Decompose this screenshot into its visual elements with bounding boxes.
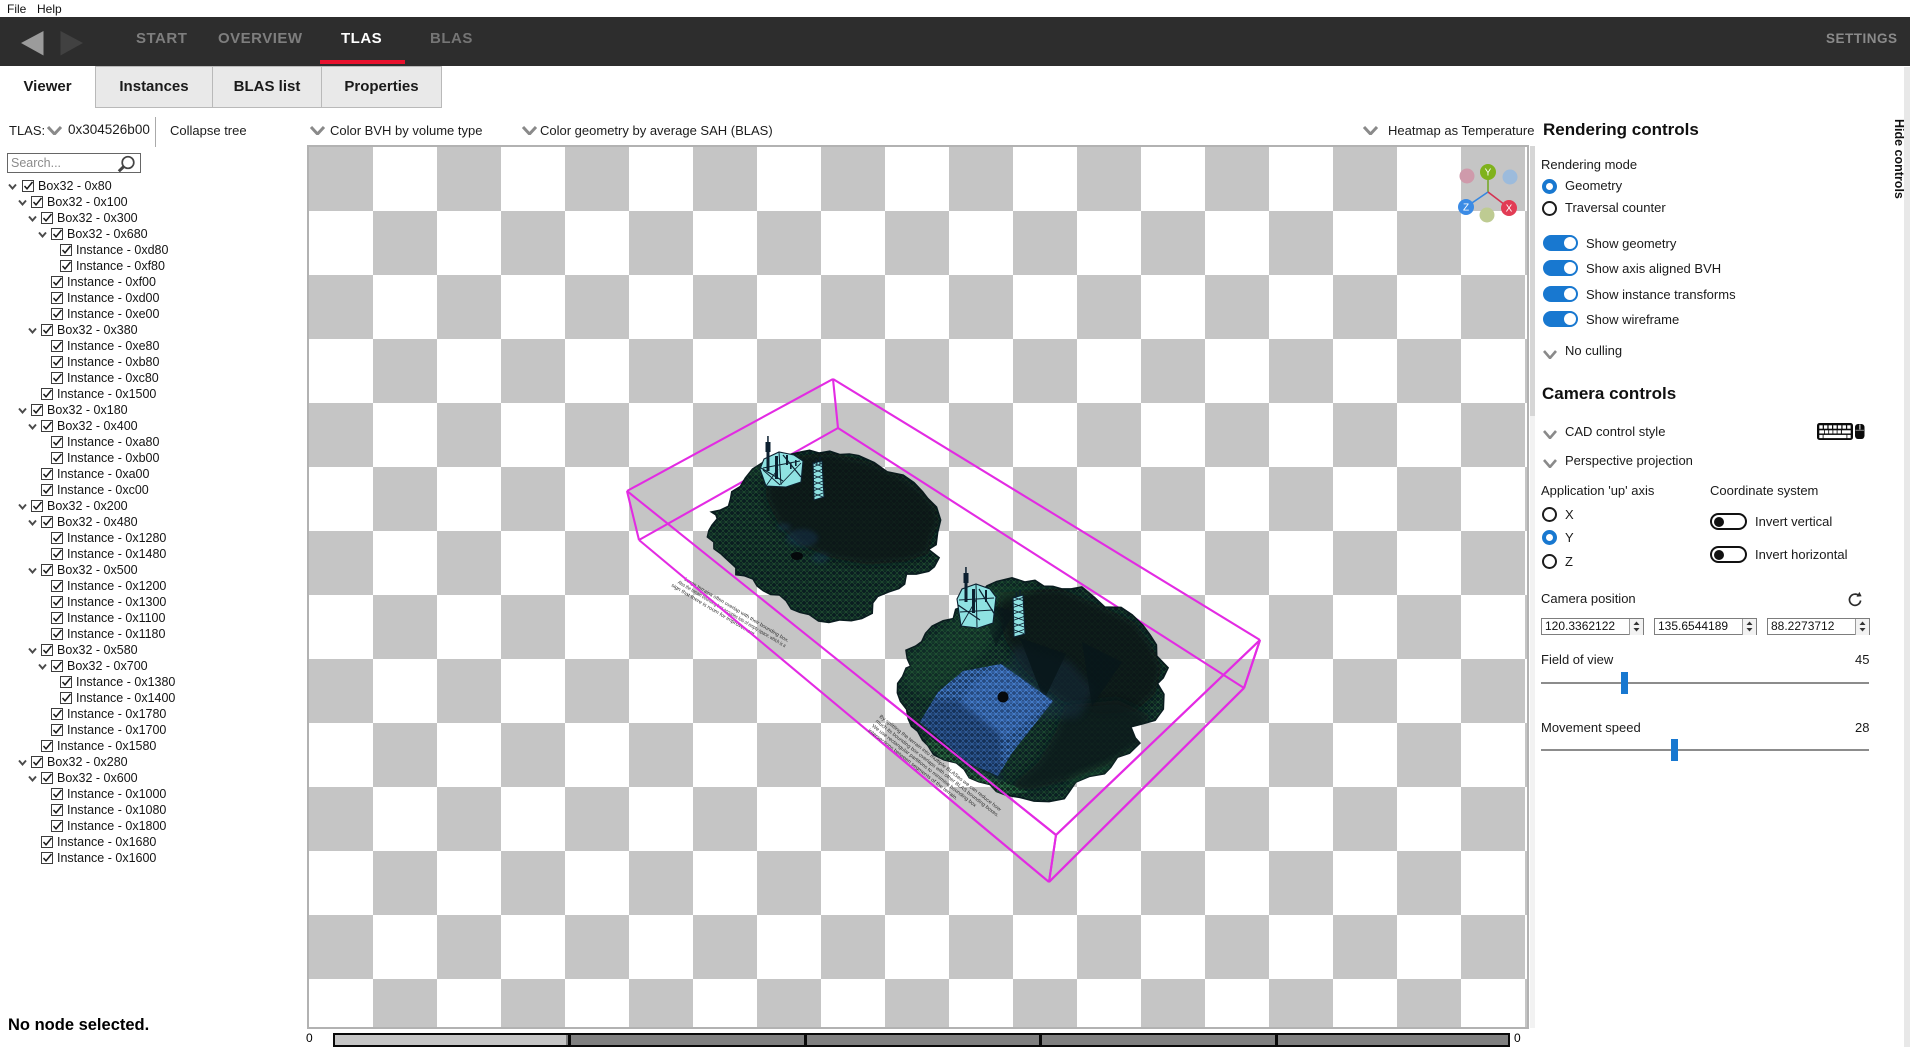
svg-text:X: X	[1506, 204, 1513, 215]
svg-text:Z: Z	[1463, 203, 1469, 214]
svg-text:Y: Y	[1485, 168, 1492, 179]
